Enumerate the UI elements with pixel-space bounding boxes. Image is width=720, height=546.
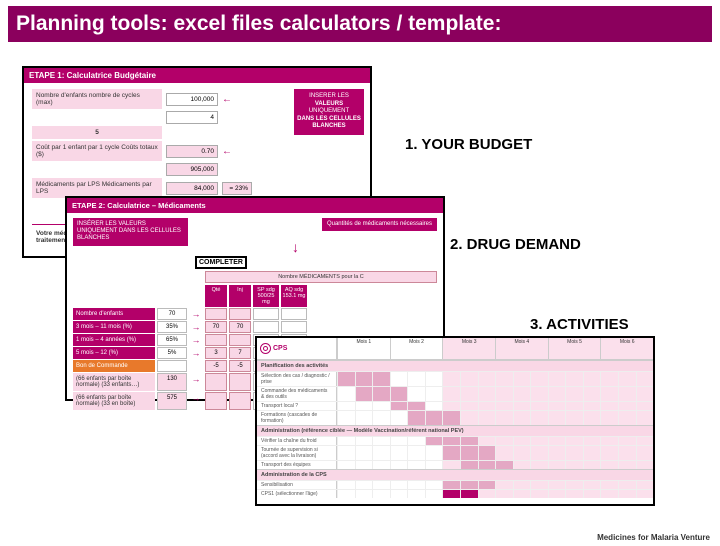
- activities-row: Transport des équipes: [257, 460, 653, 469]
- drug-header: ETAPE 2: Calculatrice – Médicaments: [67, 198, 443, 213]
- label-drug-demand: 2. DRUG DEMAND: [450, 236, 581, 253]
- arrow-right-icon: →: [189, 308, 203, 320]
- slide-title-bar: Planning tools: excel files calculators …: [8, 6, 712, 42]
- arrow-right-icon: →: [189, 392, 203, 410]
- arrow-down-icon: ↓: [292, 239, 299, 255]
- arrow-left-icon: ←: [222, 94, 232, 105]
- month-column: Mois 5: [548, 338, 601, 359]
- activities-header: CPS Mois 1Mois 2Mois 3Mois 4Mois 5Mois 6: [257, 338, 653, 360]
- arrow-right-icon: [189, 360, 203, 372]
- activities-row: Transport local ?: [257, 401, 653, 410]
- activities-section: Administration (référence ciblée — Modèl…: [257, 425, 653, 436]
- label-budget: 1. YOUR BUDGET: [405, 136, 532, 153]
- drug-box-insert: INSÉRER LES VALEURS UNIQUEMENT DANS LES …: [73, 218, 188, 246]
- month-column: Mois 6: [600, 338, 653, 359]
- arrow-right-icon: →: [189, 321, 203, 333]
- activities-section: Administration de la CPS: [257, 469, 653, 480]
- slide-title: Planning tools: excel files calculators …: [16, 12, 501, 35]
- activities-row: Commande des médicaments & des outils: [257, 386, 653, 401]
- drug-table-row: Nombre d'enfants70→: [73, 308, 437, 320]
- arrow-right-icon: →: [189, 347, 203, 359]
- activities-row: CPS1 (sélectionner l'âge): [257, 489, 653, 498]
- budget-row-total: 905,000: [32, 163, 362, 176]
- activities-row: Sélection des cas / diagnostic / prise: [257, 371, 653, 386]
- month-column: Mois 2: [390, 338, 443, 359]
- month-column: Mois 1: [337, 338, 390, 359]
- footer-brand: Medicines for Malaria Venture: [597, 533, 710, 542]
- drug-table-header: Nombre MÉDICAMENTS pour la C: [67, 271, 443, 283]
- activities-row: Sensibilisation: [257, 480, 653, 489]
- drug-completer: COMPLETER: [195, 256, 247, 269]
- month-column: Mois 3: [442, 338, 495, 359]
- activities-row: Vérifier la chaîne du froid: [257, 436, 653, 445]
- activities-section: Planification des activités: [257, 360, 653, 371]
- budget-row-meds1: Médicaments par LPS Médicaments par LPS …: [32, 178, 362, 198]
- label-activities: 3. ACTIVITIES: [530, 316, 629, 333]
- arrow-right-icon: →: [189, 334, 203, 346]
- cps-logo: CPS: [257, 338, 337, 359]
- budget-side-note: INSERER LES VALEURS UNIQUEMENT DANS LES …: [294, 89, 364, 135]
- month-column: Mois 4: [495, 338, 548, 359]
- activities-card: CPS Mois 1Mois 2Mois 3Mois 4Mois 5Mois 6…: [255, 336, 655, 506]
- drug-box-qty: Quantités de médicaments nécessaires: [322, 218, 437, 231]
- budget-row-cost: Coût par 1 enfant par 1 cycle Coûts tota…: [32, 141, 362, 161]
- activities-row: Formations (cascades de formation): [257, 410, 653, 425]
- arrow-right-icon: →: [189, 373, 203, 391]
- drug-table-row: 3 mois – 11 mois (%)35%→7070: [73, 321, 437, 333]
- activities-row: Tournée de supervision si (accord avec l…: [257, 445, 653, 460]
- logo-circle-icon: [260, 343, 271, 354]
- arrow-left-icon: ←: [222, 146, 232, 157]
- budget-header: ETAPE 1: Calculatrice Budgétaire: [24, 68, 370, 83]
